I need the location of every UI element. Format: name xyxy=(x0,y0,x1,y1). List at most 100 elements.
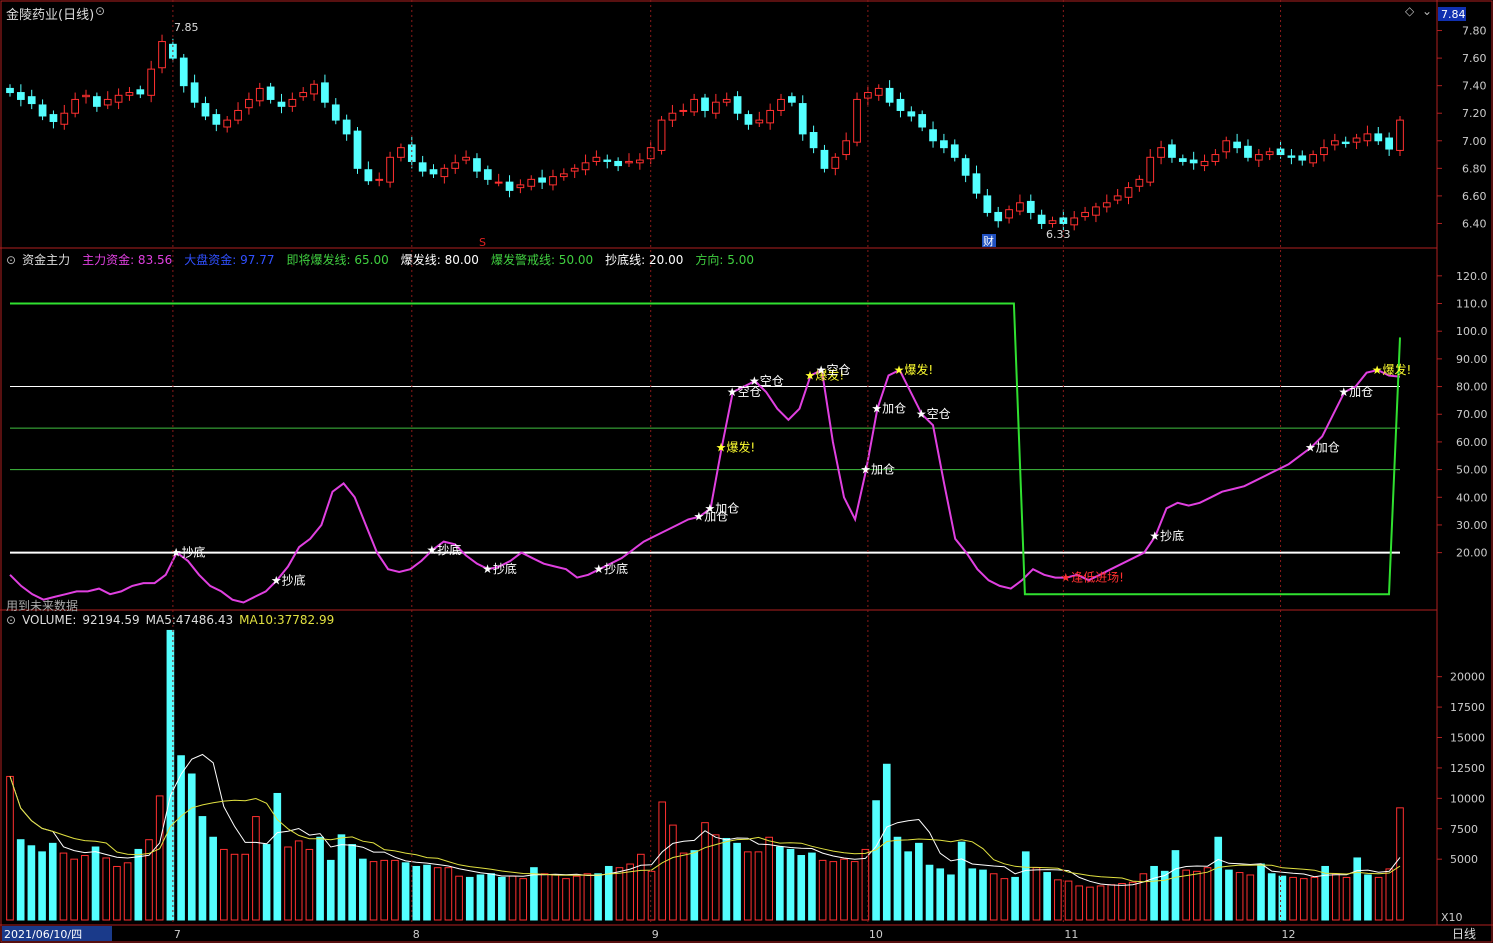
diamond-icon[interactable]: ◇ xyxy=(1405,4,1414,18)
volume-bar xyxy=(391,859,399,921)
indicator-tick-label: 110.0 xyxy=(1456,298,1488,311)
candle-body xyxy=(592,156,601,162)
candle-body xyxy=(972,173,981,194)
candle-body xyxy=(505,181,514,191)
candle-body xyxy=(342,119,351,135)
candle-body xyxy=(842,140,851,156)
volume-bar xyxy=(733,842,741,921)
volume-bar xyxy=(551,874,560,921)
candle-body xyxy=(1341,141,1350,145)
month-tick-label: 7 xyxy=(174,928,181,941)
volume-bar xyxy=(637,853,645,921)
candle-body xyxy=(1146,156,1155,183)
volume-tick-label: 17500 xyxy=(1450,701,1485,714)
volume-header: ⊙ VOLUME: 92194.59 MA5:47486.43 MA10:37782.9… xyxy=(6,613,335,627)
volume-bar xyxy=(1118,883,1126,921)
candle-body xyxy=(353,130,362,169)
candle-body xyxy=(429,169,438,175)
candle-body xyxy=(635,159,644,164)
candle-body xyxy=(1287,155,1296,158)
volume-bar xyxy=(1214,836,1223,921)
candle-body xyxy=(16,92,25,100)
month-tick-label: 10 xyxy=(869,928,883,941)
volume-bar xyxy=(1310,876,1319,921)
volume-tick-label: 12500 xyxy=(1450,762,1485,775)
candle-body xyxy=(190,82,199,103)
chart-canvas[interactable]: 7.807.607.407.207.006.806.606.40 ★抄底★抄底★… xyxy=(0,0,1493,943)
candle-body xyxy=(570,167,579,172)
signal-label: ★空仓 xyxy=(749,374,784,388)
volume-bar xyxy=(1075,885,1084,921)
candle-body xyxy=(483,169,492,180)
indicator-tick-label: 60.00 xyxy=(1456,436,1488,449)
candle-body xyxy=(668,112,677,121)
stock-title: 金陵药业(日线) xyxy=(6,4,100,23)
indicator-name[interactable]: 资金主力 xyxy=(22,253,70,267)
candle-body xyxy=(49,114,58,122)
volume-bar xyxy=(16,839,25,921)
volume-bar xyxy=(1321,865,1329,921)
volume-bar xyxy=(273,792,282,921)
candle-body xyxy=(1135,178,1144,187)
candle-body xyxy=(321,82,329,103)
candle-body xyxy=(853,98,861,143)
volume-bar xyxy=(359,858,367,921)
finance-marker[interactable]: 财 xyxy=(983,234,994,248)
volume-bar xyxy=(540,873,549,921)
candle-body xyxy=(136,89,145,95)
candle-body xyxy=(679,109,688,112)
volume-toggle-icon[interactable]: ⊙ xyxy=(6,613,16,627)
month-tick-label: 8 xyxy=(413,928,420,941)
indicator-toggle-icon[interactable]: ⊙ xyxy=(6,253,16,267)
candle-body xyxy=(907,111,916,117)
candle-body xyxy=(125,92,134,96)
candle-body xyxy=(820,149,829,169)
signal-label: ★抄底 xyxy=(271,572,306,587)
candle-body xyxy=(929,129,937,142)
volume-tick-label: 10000 xyxy=(1450,792,1485,805)
volume-bar xyxy=(989,873,998,921)
volume-bar xyxy=(102,857,111,921)
candle-body xyxy=(1233,141,1241,149)
indicator-series: ★抄底 ★抄底 ★抄底 ★抄底 ★抄底 ★加仓 ★加仓 ★爆发! ★空仓 ★空仓 ★爆发! ★空仓 ★加… xyxy=(9,302,1411,604)
candle-body xyxy=(288,98,297,107)
candle-body xyxy=(1374,133,1383,142)
volume-bar xyxy=(177,755,185,921)
candle-body xyxy=(961,158,970,176)
candle-body xyxy=(1168,144,1176,158)
zoom-label[interactable]: X10 xyxy=(1441,911,1463,924)
volume-bar xyxy=(6,775,14,921)
indicator-header: ⊙ 资金主力 主力资金: 83.56 大盘资金: 97.77 即将爆发线: 65.00 爆… xyxy=(6,251,766,268)
volume-bar xyxy=(583,873,592,921)
candle-body xyxy=(103,98,112,106)
candle-body xyxy=(538,177,546,183)
volume-bar xyxy=(808,852,816,921)
candle-body xyxy=(1309,154,1317,164)
volume-bar xyxy=(476,874,485,921)
dropdown-toggle-icon[interactable]: ⊙ xyxy=(95,4,105,18)
volume-bar xyxy=(1182,869,1190,921)
volume-bar xyxy=(508,875,517,921)
price-tick-label: 7.80 xyxy=(1462,25,1487,38)
volume-bar xyxy=(487,873,495,921)
candle-body xyxy=(788,96,796,103)
candle-body xyxy=(1320,147,1328,156)
volume-bar xyxy=(348,844,356,921)
indicator-tick-label: 70.00 xyxy=(1456,408,1488,421)
indicator-tick-label: 40.00 xyxy=(1456,491,1488,504)
menu-chevron-icon[interactable]: ⌄ xyxy=(1422,4,1432,18)
candle-body xyxy=(722,98,731,103)
price-tick-label: 6.60 xyxy=(1462,190,1487,203)
candle-body xyxy=(994,211,1003,222)
candle-body xyxy=(1157,147,1165,158)
volume-bar xyxy=(1096,885,1105,921)
volume-bar xyxy=(530,867,538,921)
volume-bar xyxy=(776,846,784,921)
volume-bar xyxy=(220,848,228,921)
candle-body xyxy=(918,114,927,128)
series-line-main xyxy=(9,368,1401,604)
signal-label: ★抄底 xyxy=(593,561,628,576)
candle-body xyxy=(93,96,101,107)
volume-bar xyxy=(647,870,656,921)
period-label[interactable]: 日线 xyxy=(1452,927,1476,941)
